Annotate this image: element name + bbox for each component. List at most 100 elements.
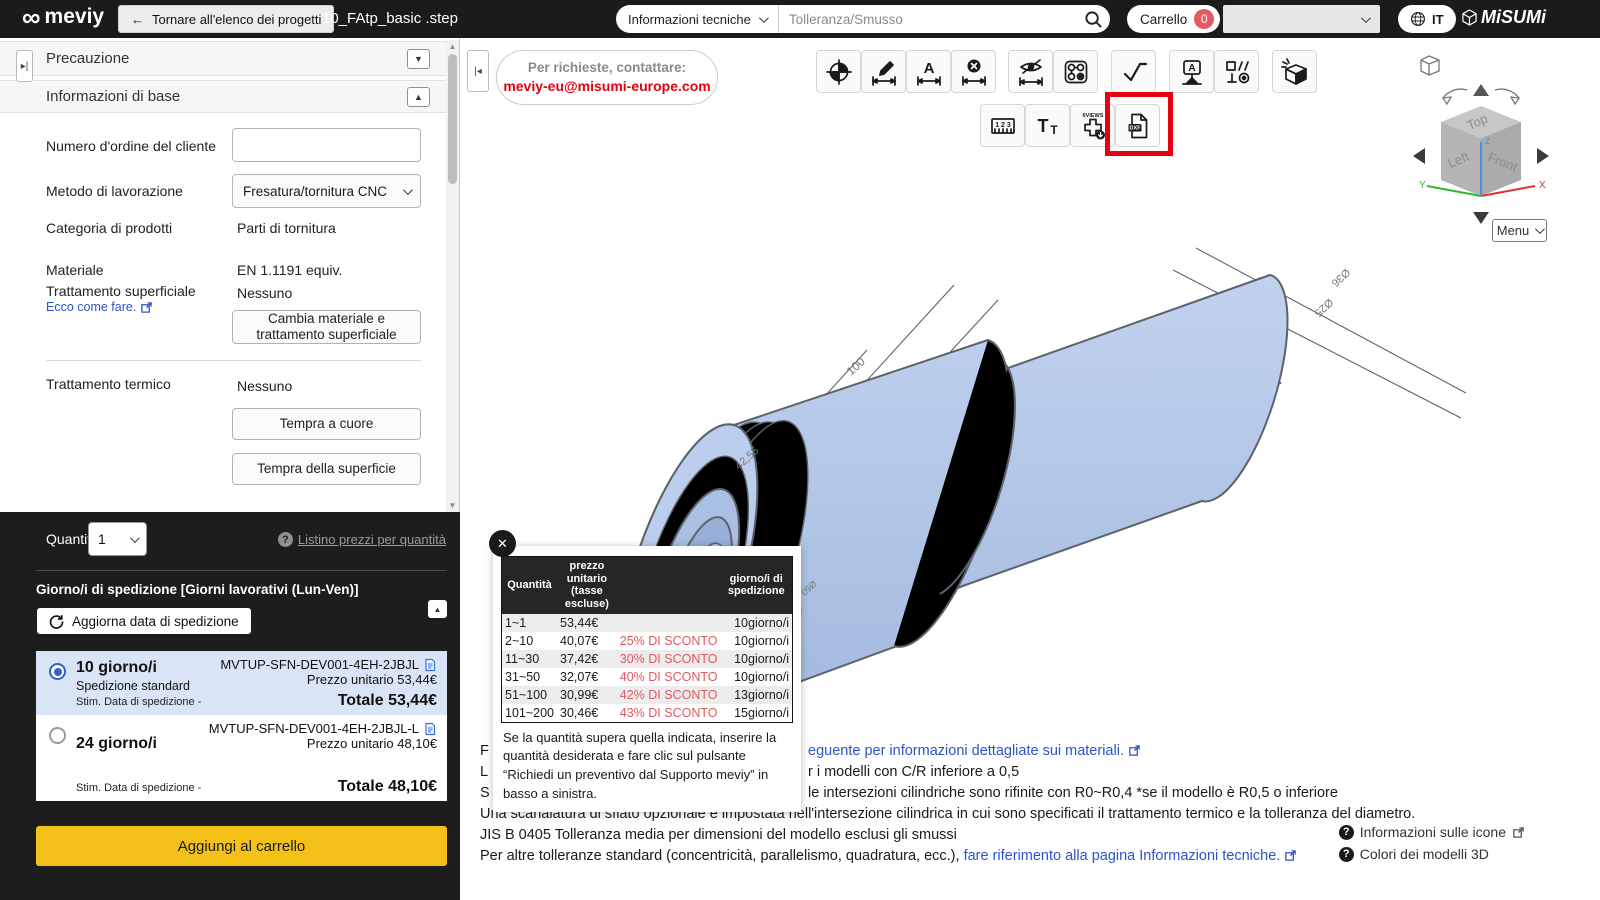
rotate-right-icon[interactable] <box>1494 88 1520 99</box>
panel-expand-handle[interactable]: ▸| <box>16 50 33 82</box>
cart-button[interactable]: Carrello 0 <box>1127 5 1221 33</box>
technical-info-link[interactable]: fare riferimento alla pagina Informazion… <box>964 848 1298 864</box>
search-bar: Informazioni tecniche <box>616 5 1110 33</box>
price-row: 51~100 30,99€ 42% DI SCONTO 13giorno/i <box>501 685 793 704</box>
meviy-logo[interactable]: ∞ meviy <box>22 2 105 32</box>
document-title: 10_FAtp_basic .step <box>322 10 458 27</box>
top-bar: ∞ meviy ← Tornare all'elenco dei progett… <box>0 0 1600 38</box>
note-link-label: fare riferimento alla pagina Informazion… <box>963 848 1281 864</box>
panel-collapse-handle[interactable]: |◂ <box>467 50 489 92</box>
change-material-button[interactable]: Cambia materiale e trattamento superfici… <box>232 310 421 344</box>
misumi-logo-text: MiSUMi <box>1481 7 1546 27</box>
project-select[interactable] <box>1223 5 1380 33</box>
globe-icon <box>1411 12 1425 26</box>
viewer-menu-button[interactable]: Menu <box>1492 219 1547 242</box>
language-button[interactable]: IT <box>1398 5 1456 33</box>
scroll-up-icon[interactable]: ▲ <box>446 40 459 53</box>
pan-right-icon[interactable] <box>1537 148 1549 164</box>
price-list-link-label: Listino prezzi per quantità <box>297 532 446 547</box>
contact-email[interactable]: meviy-eu@misumi-europe.com <box>497 78 717 94</box>
edit-dimension-button[interactable] <box>861 50 906 93</box>
hole-table-icon <box>1064 60 1087 83</box>
total-price: Totale 53,44€ <box>337 692 437 709</box>
popup-note: Se la quantità supera quella indicata, i… <box>503 729 777 802</box>
geometric-tolerance-button[interactable] <box>1214 50 1259 93</box>
collapse-toggle-icon[interactable]: ▼ <box>407 48 430 69</box>
note-lead: S <box>480 785 490 801</box>
materials-info-link[interactable]: eguente per informazioni dettagliate sui… <box>808 743 1141 759</box>
collapse-toggle-icon[interactable]: ▲ <box>407 86 430 107</box>
copy-part-number-icon[interactable] <box>423 658 437 672</box>
rotate-left-icon[interactable] <box>1442 88 1468 99</box>
refresh-icon <box>49 614 64 629</box>
note-text: r i modelli con C/R inferiore a 0,5 <box>808 764 1020 780</box>
temper-core-label: Tempra a cuore <box>279 415 374 431</box>
price-list-link[interactable]: ? Listino prezzi per quantità <box>277 532 446 547</box>
home-view-icon[interactable] <box>1420 55 1440 76</box>
shaded-view-icon <box>1280 57 1307 85</box>
close-icon[interactable]: ✕ <box>489 530 516 557</box>
external-link-icon <box>1128 744 1141 757</box>
meviy-logo-icon: ∞ <box>22 2 41 32</box>
datum-target-button[interactable] <box>816 50 861 93</box>
shipping-option-10-days[interactable]: 10 giorno/i Spedizione standard MVTUP-SF… <box>36 651 447 715</box>
dim-length-label: 100 <box>844 354 868 378</box>
search-icon[interactable] <box>1076 10 1110 29</box>
note-text: le intersezioni cilindriche sono rifinit… <box>808 785 1338 801</box>
icons-info-link[interactable]: ? Informazioni sulle icone <box>1338 824 1525 840</box>
radio-selected-icon[interactable] <box>49 663 66 680</box>
search-input[interactable] <box>778 11 1076 27</box>
copy-part-number-icon[interactable] <box>423 722 437 736</box>
total-price: Totale 48,10€ <box>337 778 437 795</box>
section-informazioni-di-base[interactable]: Informazioni di base ▲ <box>0 80 446 113</box>
note-lead: L <box>480 764 489 780</box>
shaded-view-button[interactable] <box>1272 50 1317 93</box>
cart-count-badge: 0 <box>1194 9 1215 29</box>
table-header-row: Quantità prezzo unitario (tasse escluse)… <box>501 556 793 614</box>
shipping-option-24-days[interactable]: 24 giorno/i MVTUP-SFN-DEV001-4EH-2JBJL-L… <box>36 715 447 801</box>
heat-treatment-value: Nessuno <box>237 378 293 394</box>
temper-core-button[interactable]: Tempra a cuore <box>232 408 421 440</box>
misumi-cube-icon <box>1462 9 1477 26</box>
tilt-down-icon[interactable] <box>1473 212 1489 224</box>
quantity-value: 1 <box>98 531 106 547</box>
meviy-logo-text: meviy <box>44 5 105 28</box>
viewer-menu-label: Menu <box>1496 223 1530 238</box>
cart-label: Carrello <box>1140 11 1188 27</box>
axis-z-label: z <box>1485 136 1490 147</box>
note-text: Per altre tolleranze standard (concentri… <box>480 848 964 864</box>
search-category-select[interactable]: Informazioni tecniche <box>616 5 779 33</box>
model-colors-link[interactable]: ? Colori dei modelli 3D <box>1338 846 1525 862</box>
add-to-cart-button[interactable]: Aggiungi al carrello <box>36 826 447 866</box>
viewer-info-links: ? Informazioni sulle icone ? Colori dei … <box>1338 824 1525 868</box>
how-to-link[interactable]: Ecco come fare. <box>46 300 153 314</box>
order-number-input[interactable] <box>232 128 421 162</box>
datum-label-button[interactable]: A <box>1169 50 1214 93</box>
update-shipping-date-button[interactable]: Aggiorna data di spedizione <box>36 607 252 635</box>
back-to-projects-button[interactable]: ← Tornare all'elenco dei progetti <box>118 5 335 33</box>
method-select[interactable]: Fresatura/tornitura CNC <box>232 174 421 208</box>
contact-title: Per richieste, contattare: <box>527 60 687 75</box>
text-dimension-button[interactable]: A <box>906 50 951 93</box>
temper-surface-button[interactable]: Tempra della superficie <box>232 453 421 485</box>
quantity-price-popup: ✕ Quantità prezzo unitario (tasse esclus… <box>489 530 801 812</box>
svg-text:A: A <box>923 60 934 77</box>
chevron-down-icon <box>1535 224 1546 235</box>
scrollbar-thumb[interactable] <box>448 54 457 184</box>
pan-left-icon[interactable] <box>1413 148 1425 164</box>
sidebar-scrollbar[interactable]: ▲ ▼ <box>446 40 459 512</box>
section-info-base-label: Informazioni di base <box>46 88 181 105</box>
surface-check-button[interactable] <box>1111 50 1156 93</box>
radio-unselected-icon[interactable] <box>49 727 66 744</box>
scroll-down-icon[interactable]: ▼ <box>446 499 459 512</box>
category-label: Categoria di prodotti <box>46 220 173 236</box>
hide-dimension-button[interactable] <box>1008 50 1053 93</box>
tilt-up-icon[interactable] <box>1473 84 1489 96</box>
quantity-select[interactable]: 1 <box>88 522 147 556</box>
section-precauzione[interactable]: Precauzione ▼ <box>0 41 446 76</box>
hole-table-button[interactable] <box>1053 50 1098 93</box>
help-icon: ? <box>1338 846 1354 862</box>
delete-dimension-button[interactable] <box>951 50 996 93</box>
collapse-toggle-icon[interactable]: ▲ <box>428 600 447 618</box>
chevron-down-icon <box>129 532 140 543</box>
